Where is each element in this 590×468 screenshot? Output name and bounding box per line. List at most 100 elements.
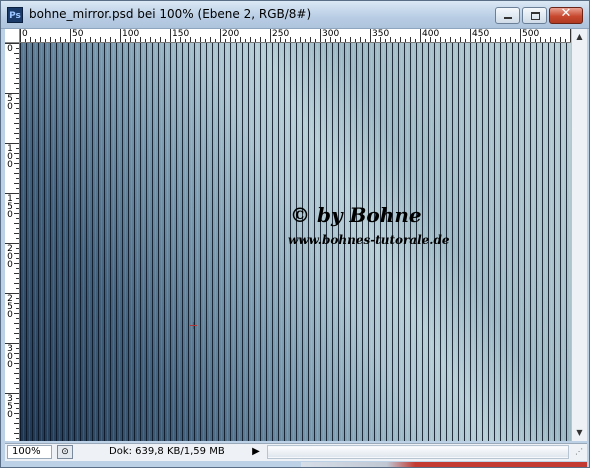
ruler-tick — [16, 88, 19, 89]
ruler-label: 450 — [472, 29, 490, 39]
ruler-tick — [520, 29, 521, 42]
ruler-label: 300 — [7, 344, 13, 370]
ruler-tick — [255, 39, 256, 42]
ruler-tick — [325, 39, 326, 42]
ruler-origin[interactable] — [5, 29, 20, 43]
ruler-tick — [14, 123, 19, 124]
ruler-tick — [295, 39, 296, 42]
ruler-tick — [14, 163, 19, 164]
taskbar-edge — [301, 462, 587, 467]
ruler-tick — [170, 29, 171, 42]
ruler-tick — [195, 39, 196, 42]
ruler-tick — [110, 37, 111, 42]
ruler-tick — [320, 29, 321, 42]
ruler-tick — [335, 39, 336, 42]
ruler-tick — [540, 37, 541, 42]
ruler-tick — [14, 383, 19, 384]
ruler-tick — [16, 428, 19, 429]
ruler-tick — [470, 29, 471, 42]
ruler-tick — [16, 118, 19, 119]
arrow-up-icon[interactable]: ▲ — [574, 31, 585, 42]
maximize-button[interactable] — [522, 7, 547, 24]
ruler-tick — [400, 37, 401, 42]
ruler-tick — [240, 37, 241, 42]
ruler-tick — [225, 39, 226, 42]
ruler-tick — [210, 37, 211, 42]
horizontal-scrollbar[interactable] — [267, 445, 569, 459]
ruler-tick — [16, 58, 19, 59]
ruler-tick — [14, 233, 19, 234]
ruler-tick — [455, 39, 456, 42]
ruler-tick — [16, 128, 19, 129]
ruler-tick — [385, 39, 386, 42]
ruler-label: 0 — [7, 44, 13, 54]
minimize-button[interactable] — [495, 7, 520, 24]
ruler-tick — [485, 39, 486, 42]
ruler-tick — [16, 158, 19, 159]
ruler-tick — [300, 37, 301, 42]
ruler-label: 300 — [322, 29, 340, 39]
ruler-tick — [14, 423, 19, 424]
ruler-tick — [14, 263, 19, 264]
ruler-tick — [14, 103, 19, 104]
ruler-tick — [16, 338, 19, 339]
ruler-tick — [155, 39, 156, 42]
crosshair-cursor-icon — [190, 322, 197, 329]
watermark-title: © by Bohne — [290, 203, 422, 227]
ruler-label: 100 — [7, 144, 13, 170]
ruler-tick — [16, 288, 19, 289]
ruler-tick — [70, 29, 71, 42]
resize-grip-icon[interactable]: ⋰ — [573, 446, 585, 458]
ruler-tick — [14, 413, 19, 414]
ruler-label: 200 — [7, 244, 13, 270]
scroll-thumb[interactable] — [268, 447, 568, 457]
vertical-scrollbar[interactable]: ▲ ▼ — [571, 29, 587, 441]
status-bar: 100% ⊙ Dok: 639,8 KB/1,59 MB ▶ ⋰ — [5, 443, 587, 461]
arrow-down-icon[interactable]: ▼ — [574, 427, 585, 438]
ruler-tick — [14, 283, 19, 284]
close-button[interactable]: ✕ — [549, 6, 583, 24]
ruler-tick — [305, 39, 306, 42]
ruler-tick — [90, 37, 91, 42]
ruler-tick — [14, 333, 19, 334]
ruler-tick — [185, 39, 186, 42]
ruler-tick — [475, 39, 476, 42]
ruler-tick — [440, 37, 441, 42]
ruler-tick — [14, 433, 19, 434]
ruler-tick — [14, 353, 19, 354]
ruler-tick — [460, 37, 461, 42]
ruler-label: 500 — [522, 29, 540, 39]
vertical-ruler[interactable]: 0 50 100 150 200 250 300 350 — [5, 43, 20, 441]
ruler-tick — [16, 318, 19, 319]
ruler-tick — [370, 29, 371, 42]
ruler-tick — [16, 238, 19, 239]
ruler-tick — [16, 278, 19, 279]
ruler-label: 100 — [122, 29, 140, 39]
ruler-label: 250 — [7, 294, 13, 320]
ruler-label: 350 — [372, 29, 390, 39]
ruler-label: 50 — [72, 29, 84, 39]
ruler-tick — [345, 39, 346, 42]
image-canvas[interactable]: © by Bohne www.bohnes-tutorale.de — [20, 43, 571, 441]
ruler-tick — [16, 398, 19, 399]
ruler-tick — [125, 39, 126, 42]
ruler-tick — [16, 358, 19, 359]
title-bar[interactable]: Ps bohne_mirror.psd bei 100% (Ebene 2, R… — [1, 1, 589, 29]
ruler-tick — [14, 323, 19, 324]
ruler-tick — [16, 188, 19, 189]
ruler-tick — [390, 37, 391, 42]
ruler-tick — [550, 37, 551, 42]
ruler-tick — [16, 78, 19, 79]
ruler-tick — [60, 37, 61, 42]
horizontal-ruler[interactable]: 0 50 100 150 200 250 300 350 400 450 500 — [20, 29, 571, 43]
ruler-label: 200 — [222, 29, 240, 39]
ruler-tick — [75, 39, 76, 42]
ruler-tick — [14, 223, 19, 224]
ruler-tick — [150, 37, 151, 42]
ruler-tick — [16, 418, 19, 419]
zoom-field[interactable]: 100% — [7, 445, 52, 459]
status-menu-icon[interactable]: ⊙ — [57, 445, 73, 459]
ruler-tick — [120, 29, 121, 42]
ruler-label: 150 — [7, 194, 13, 220]
status-play-icon[interactable]: ▶ — [249, 445, 263, 459]
